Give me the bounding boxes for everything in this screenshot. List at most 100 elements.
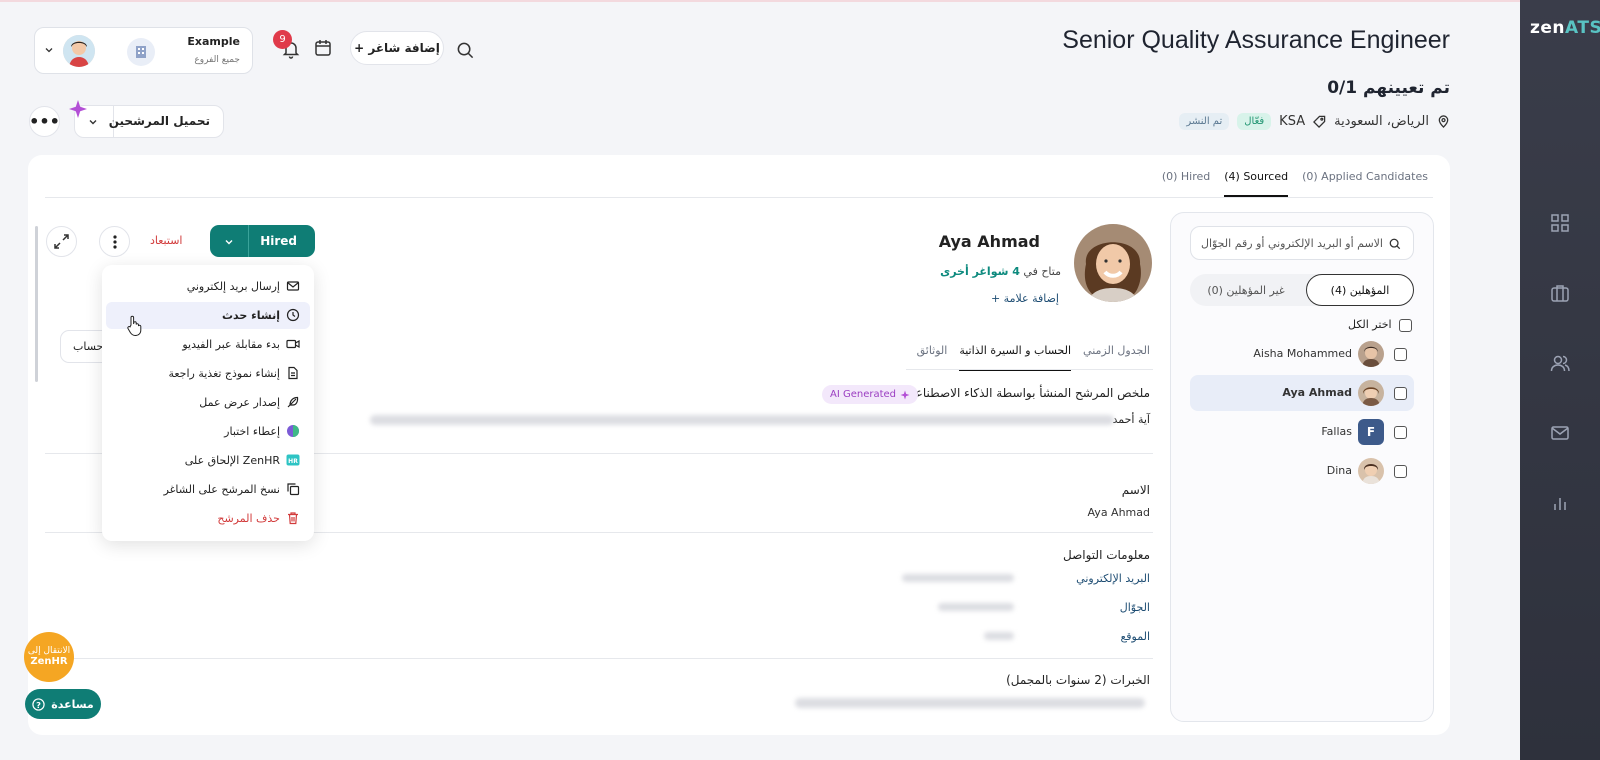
mobile-label: الجوّال <box>1119 601 1150 614</box>
mail-icon <box>286 281 300 291</box>
briefcase-icon[interactable] <box>1549 282 1571 304</box>
candidate-checkbox[interactable] <box>1394 426 1407 439</box>
go-to-zenhr-button[interactable]: الانتقال إلى ZenHR <box>24 632 74 682</box>
avatar <box>1358 341 1384 367</box>
menu-zenhr[interactable]: الإلحاق على ZenHR HR <box>106 447 310 474</box>
search-icon <box>1389 238 1401 250</box>
candidate-actions-button[interactable] <box>99 226 130 257</box>
location-value-blurred <box>984 632 1014 640</box>
reports-icon[interactable] <box>1549 492 1571 514</box>
scrollbar[interactable] <box>35 226 38 382</box>
candidate-checkbox[interactable] <box>1394 465 1407 478</box>
search-icon[interactable] <box>456 41 475 60</box>
job-tag: KSA <box>1279 114 1306 129</box>
email-value-blurred <box>902 574 1014 582</box>
copy-icon <box>287 483 300 496</box>
qualification-toggle: غير المؤهلين (0) المؤهلين (4) <box>1190 274 1414 306</box>
calendar-icon[interactable] <box>313 38 333 58</box>
chevron-down-icon[interactable] <box>224 237 234 247</box>
tab-documents[interactable]: الوثائق <box>917 344 948 371</box>
company-logo <box>127 38 155 66</box>
candidate-row-selected[interactable]: Aya Ahmad <box>1190 375 1414 411</box>
menu-job-offer[interactable]: إصدار عرض عمل <box>106 389 310 416</box>
menu-feedback-form[interactable]: إنشاء نموذج تغذية راجعة <box>106 360 310 387</box>
avatar <box>1358 458 1384 484</box>
candidate-actions-menu: إرسال بريد إلكتروني إنشاء حدث بدء مقابلة… <box>102 265 314 541</box>
candidate-checkbox[interactable] <box>1394 387 1407 400</box>
more-options-button[interactable]: ••• <box>29 106 60 137</box>
tab-unqualified[interactable]: غير المؤهلين (0) <box>1190 274 1302 306</box>
ai-summary-title: ملخص المرشح المنشأ بواسطة الذكاء الاصطنا… <box>905 386 1150 400</box>
load-candidates-button[interactable]: تحميل المرشحين <box>74 105 224 138</box>
location-label: الموقع <box>1120 630 1150 643</box>
candidate-row[interactable]: Aisha Mohammed <box>1190 336 1414 372</box>
menu-copy-candidate[interactable]: نسخ المرشح على الشاغر <box>106 476 310 503</box>
candidate-search-input[interactable]: الاسم أو البريد الإلكتروني أو رقم الجوّا… <box>1190 226 1414 260</box>
experience-title: الخبرات (2 سنوات بالمجمل) <box>1006 673 1150 687</box>
help-button[interactable]: ? مساعدة <box>25 689 101 719</box>
svg-text:HR: HR <box>288 458 298 465</box>
add-position-button[interactable]: + إضافة شاغر <box>350 31 444 65</box>
tab-timeline[interactable]: الجدول الزمني <box>1083 344 1150 371</box>
avatar <box>63 35 95 67</box>
divider <box>45 197 1433 198</box>
exclude-button[interactable]: استبعاد <box>150 234 182 247</box>
location-pin-icon <box>1438 115 1449 128</box>
stage-dropdown[interactable]: Hired <box>210 225 315 257</box>
expand-icon <box>54 234 69 249</box>
candidate-name: Aisha Mohammed <box>1253 347 1352 360</box>
company-name: Example <box>187 35 240 48</box>
candidate-name: Aya Ahmad <box>1282 386 1352 399</box>
tab-account-cv[interactable]: الحساب و السيرة الذاتية <box>959 344 1072 371</box>
name-value: Aya Ahmad <box>1087 506 1150 519</box>
svg-text:?: ? <box>36 699 41 709</box>
select-all-label: اختر الكل <box>1348 318 1392 331</box>
availability-link[interactable]: 4 شواغر أخرى <box>940 265 1020 278</box>
sparkle-icon <box>900 390 910 399</box>
kebab-icon <box>112 234 117 249</box>
notification-count: 9 <box>273 30 292 49</box>
pipeline-tabs: (0) Hired (4) Sourced (0) Applied Candid… <box>1162 170 1428 197</box>
sparkle-icon <box>69 100 87 118</box>
availability-prefix: متاح في <box>1023 265 1061 278</box>
company-switcher[interactable]: Example جميع الفروع <box>34 27 253 74</box>
dashboard-icon[interactable] <box>1549 212 1571 234</box>
branches-label: جميع الفروع <box>194 55 240 65</box>
zenhr-line2: ZenHR <box>30 656 68 668</box>
tab-hired[interactable]: (0) Hired <box>1162 170 1210 197</box>
menu-send-email[interactable]: إرسال بريد إلكتروني <box>106 273 310 300</box>
status-badge-published: تم النشر <box>1179 113 1230 130</box>
menu-delete-candidate[interactable]: حذف المرشح <box>106 505 310 532</box>
select-all-checkbox[interactable] <box>1399 319 1412 332</box>
zenats-logo[interactable]: zenATS <box>1530 18 1600 38</box>
avatar-initial: F <box>1358 419 1384 445</box>
candidate-checkbox[interactable] <box>1394 348 1407 361</box>
email-label: البريد الإلكتروني <box>1076 572 1150 585</box>
mobile-value-blurred <box>938 603 1014 611</box>
expand-button[interactable] <box>46 226 77 257</box>
status-badge-active: فعّال <box>1237 113 1272 130</box>
menu-give-test[interactable]: إعطاء اختبار <box>106 418 310 445</box>
test-icon <box>287 425 299 437</box>
candidate-name: Fallas <box>1321 425 1352 438</box>
app-sidebar: zenATS <box>1520 0 1600 760</box>
users-icon[interactable] <box>1549 352 1571 374</box>
tab-applied[interactable]: (0) Applied Candidates <box>1302 170 1428 197</box>
tab-sourced[interactable]: (4) Sourced <box>1224 170 1289 197</box>
add-tag-button[interactable]: + إضافة علامة <box>991 292 1059 305</box>
ai-summary-blurred <box>370 415 1114 425</box>
tab-qualified[interactable]: المؤهلين (4) <box>1306 274 1414 306</box>
help-icon: ? <box>32 697 45 711</box>
chevron-down-icon[interactable] <box>88 117 98 127</box>
divider <box>906 369 1153 370</box>
tag-icon <box>1313 115 1326 128</box>
contact-info-title: معلومات التواصل <box>1062 548 1150 562</box>
mail-icon[interactable] <box>1549 422 1571 444</box>
job-meta: الرياض، السعودية KSA فعّال تم النشر <box>1179 113 1450 130</box>
candidate-name: Aya Ahmad <box>938 232 1040 251</box>
candidate-row[interactable]: Fallas F <box>1190 414 1414 450</box>
ai-generated-badge: AI Generated <box>822 385 919 404</box>
help-label: مساعدة <box>51 697 94 711</box>
name-label: الاسم <box>1121 483 1150 497</box>
candidate-row[interactable]: Dina <box>1190 453 1414 489</box>
